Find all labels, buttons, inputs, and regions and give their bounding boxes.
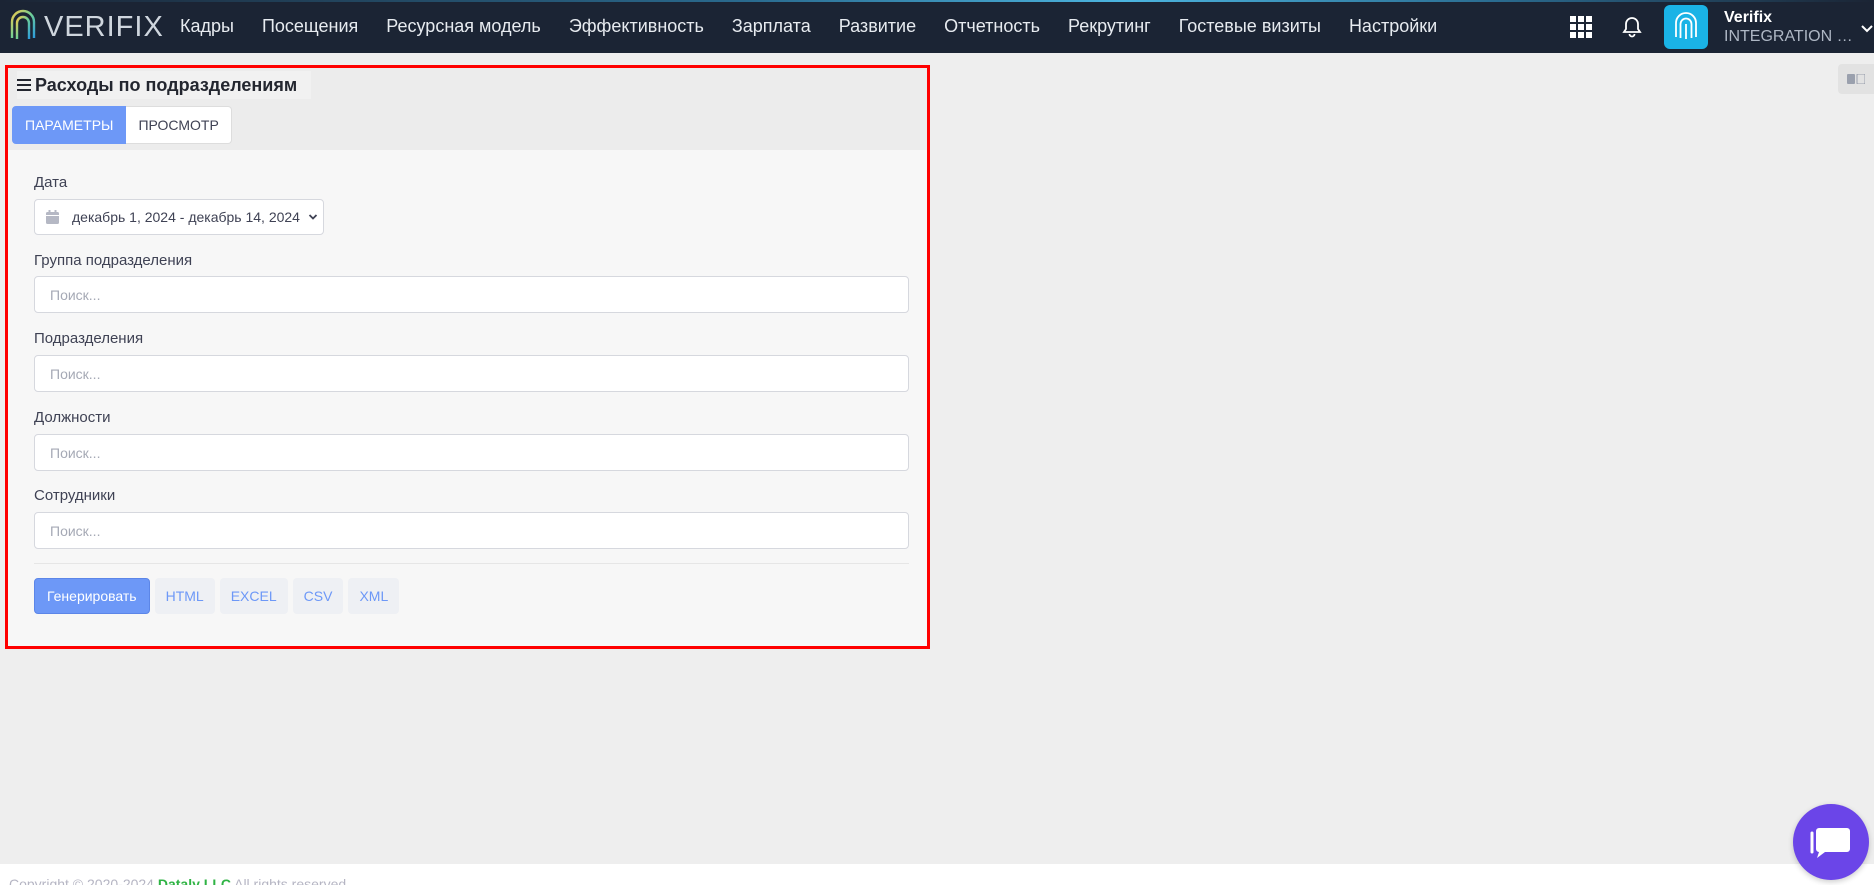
- calendar-icon: [46, 210, 59, 224]
- navbar-right: Verifix INTEGRATION DEPARTMENT: [1570, 0, 1874, 53]
- avatar[interactable]: [1664, 4, 1708, 49]
- user-menu[interactable]: Verifix INTEGRATION DEPARTMENT: [1724, 8, 1874, 46]
- tab-parameters[interactable]: ПАРАМЕТРЫ: [12, 106, 127, 144]
- footer: Copyright © 2020-2024 Dataly LLC All rig…: [0, 864, 1874, 885]
- employees-label: Сотрудники: [34, 487, 116, 504]
- nav-item-resource-model[interactable]: Ресурсная модель: [372, 16, 555, 37]
- chevron-down-icon: [1861, 24, 1873, 32]
- department-group-search-input[interactable]: [34, 276, 909, 313]
- date-range-value: декабрь 1, 2024 - декабрь 14, 2024: [72, 209, 300, 225]
- footer-copyright: Copyright © 2020-2024: [9, 876, 154, 885]
- main-menu: Кадры Посещения Ресурсная модель Эффекти…: [166, 0, 1451, 53]
- nav-item-payroll[interactable]: Зарплата: [718, 16, 825, 37]
- user-department: INTEGRATION DEPARTMENT: [1724, 27, 1860, 45]
- report-card: Расходы по подразделениям ПАРАМЕТРЫ ПРОС…: [5, 65, 930, 649]
- card-body: Дата декабрь 1, 2024 - декабрь 14, 2024 …: [8, 150, 927, 646]
- footer-rights: All rights reserved.: [234, 876, 351, 885]
- date-range-picker[interactable]: декабрь 1, 2024 - декабрь 14, 2024: [34, 199, 324, 235]
- action-buttons: Генерировать HTML EXCEL CSV XML: [34, 578, 400, 614]
- hamburger-menu-icon[interactable]: [17, 78, 31, 92]
- xml-export-button[interactable]: XML: [348, 578, 400, 614]
- csv-export-button[interactable]: CSV: [292, 578, 344, 614]
- footer-company-link[interactable]: Dataly LLC: [158, 876, 231, 885]
- positions-search-input[interactable]: [34, 434, 909, 471]
- chevron-down-icon: [308, 214, 318, 220]
- nav-item-development[interactable]: Развитие: [825, 16, 930, 37]
- department-group-label: Группа подразделения: [34, 252, 193, 269]
- nav-item-reports[interactable]: Отчетность: [930, 16, 1054, 37]
- top-navbar: VERIFIX Кадры Посещения Ресурсная модель…: [0, 0, 1874, 53]
- excel-export-button[interactable]: EXCEL: [219, 578, 288, 614]
- nav-item-staff[interactable]: Кадры: [166, 16, 248, 37]
- date-label: Дата: [34, 174, 68, 191]
- bell-icon[interactable]: [1622, 16, 1642, 38]
- divider: [34, 563, 909, 564]
- user-name: Verifix: [1724, 8, 1773, 26]
- translate-icon: [1847, 74, 1865, 84]
- nav-item-recruiting[interactable]: Рекрутинг: [1054, 16, 1165, 37]
- verifix-logo[interactable]: VERIFIX: [8, 8, 164, 46]
- fingerprint-logo-icon: [10, 9, 36, 40]
- fingerprint-icon: [1675, 11, 1697, 39]
- departments-search-input[interactable]: [34, 355, 909, 392]
- report-tabs: ПАРАМЕТРЫ ПРОСМОТР: [12, 106, 232, 144]
- html-export-button[interactable]: HTML: [154, 578, 215, 614]
- chat-icon: [1810, 828, 1850, 858]
- translate-toggle[interactable]: [1838, 64, 1874, 94]
- nav-item-guest-visits[interactable]: Гостевые визиты: [1165, 16, 1335, 37]
- departments-label: Подразделения: [34, 330, 144, 347]
- generate-button[interactable]: Генерировать: [34, 578, 150, 614]
- tab-preview[interactable]: ПРОСМОТР: [126, 106, 232, 144]
- nav-item-efficiency[interactable]: Эффективность: [555, 16, 718, 37]
- nav-item-settings[interactable]: Настройки: [1335, 16, 1451, 37]
- card-header: Расходы по подразделениям ПАРАМЕТРЫ ПРОС…: [8, 68, 927, 150]
- page-title-text: Расходы по подразделениям: [35, 74, 298, 95]
- logo-text: VERIFIX: [44, 10, 164, 43]
- nav-item-attendance[interactable]: Посещения: [248, 16, 372, 37]
- chat-widget-button[interactable]: [1793, 804, 1869, 880]
- page-title: Расходы по подразделениям: [17, 71, 312, 99]
- apps-grid-icon[interactable]: [1570, 15, 1592, 38]
- employees-search-input[interactable]: [34, 512, 909, 549]
- positions-label: Должности: [34, 409, 111, 426]
